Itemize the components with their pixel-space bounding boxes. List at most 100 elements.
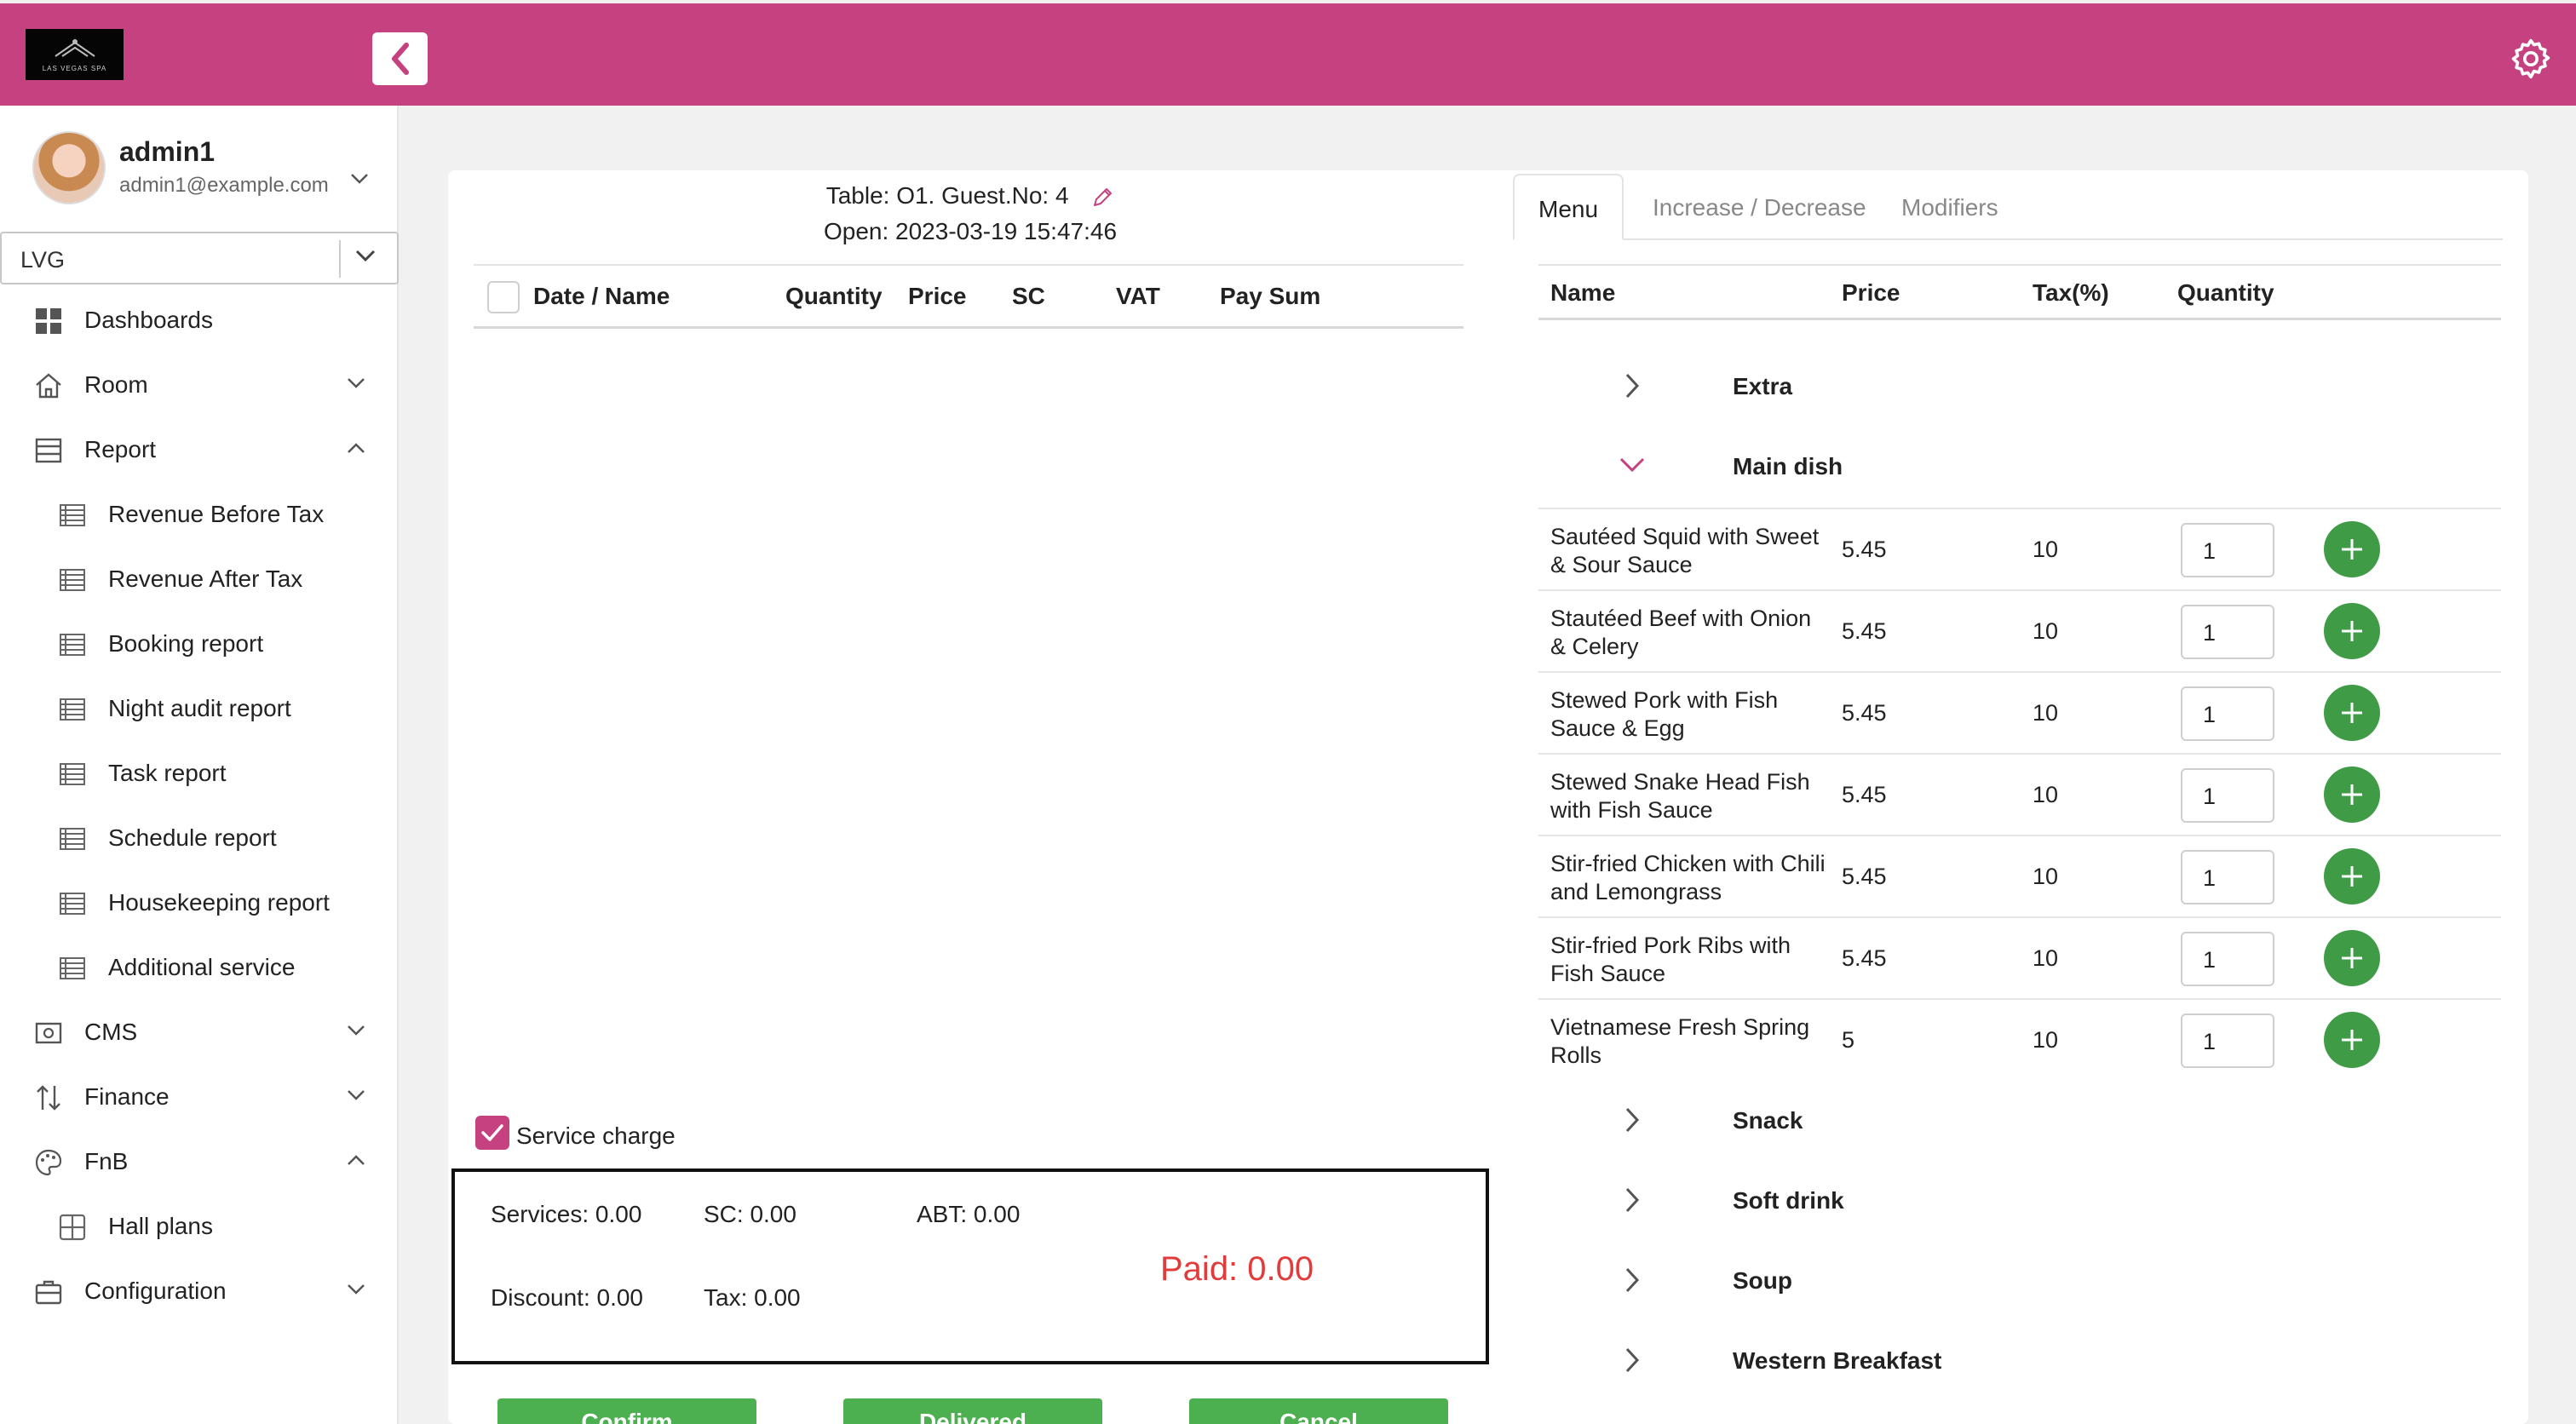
col-sc[interactable]: SC	[1012, 283, 1045, 310]
add-item-button[interactable]	[2324, 848, 2380, 904]
add-item-button[interactable]	[2324, 767, 2380, 823]
avatar	[32, 131, 106, 204]
hotel-select[interactable]: LVG	[0, 232, 399, 284]
nav-configuration[interactable]: Configuration	[0, 1260, 399, 1320]
menu-table-header: Name Price Tax(%) Quantity	[1538, 264, 2501, 320]
cancel-button[interactable]: Cancel	[1189, 1398, 1448, 1424]
discount-total: Discount: 0.00	[491, 1284, 643, 1311]
plus-icon	[2342, 621, 2362, 641]
nav-finance[interactable]: Finance	[0, 1066, 399, 1126]
settings-button[interactable]	[2508, 36, 2554, 82]
menu-group-western-breakfast[interactable]: Western Breakfast	[1538, 1322, 2501, 1398]
quantity-input[interactable]: 1	[2181, 605, 2274, 659]
collapse-sidebar-button[interactable]	[372, 32, 428, 85]
nav-label: Revenue After Tax	[108, 566, 303, 592]
chevron-down-icon[interactable]	[349, 172, 370, 186]
tab-menu[interactable]: Menu	[1513, 174, 1624, 240]
delivered-button[interactable]: Delivered	[843, 1398, 1102, 1424]
logo-text: LAS VEGAS SPA	[42, 64, 107, 72]
nav-label: CMS	[84, 1019, 138, 1045]
quantity-input[interactable]: 1	[2181, 523, 2274, 577]
nav-additional-service[interactable]: Additional service	[0, 937, 399, 996]
checkbox-checked[interactable]	[475, 1116, 509, 1150]
menu-item: Stewed Snake Head Fish with Fish Sauce 5…	[1538, 753, 2501, 835]
nav-label: Configuration	[84, 1278, 227, 1304]
tax-total: Tax: 0.00	[704, 1284, 801, 1311]
paid-total: Paid: 0.00	[1160, 1250, 1314, 1288]
item-price: 5.45	[1842, 864, 1887, 889]
hotel-logo[interactable]: LAS VEGAS SPA	[26, 29, 124, 80]
list-icon	[60, 569, 85, 591]
quantity-input[interactable]: 1	[2181, 1013, 2274, 1068]
quantity-input[interactable]: 1	[2181, 850, 2274, 904]
chevron-right-icon	[1625, 1107, 1640, 1133]
nav-report[interactable]: Report	[0, 419, 399, 479]
nav-cms[interactable]: CMS	[0, 1002, 399, 1061]
add-item-button[interactable]	[2324, 521, 2380, 577]
menu-group-main-dish[interactable]: Main dish	[1538, 428, 2501, 504]
col-pay-sum[interactable]: Pay Sum	[1220, 283, 1320, 310]
col-quantity[interactable]: Quantity	[2177, 279, 2274, 307]
menu-group-snack[interactable]: Snack	[1538, 1082, 2501, 1158]
menu-group-soft-drink[interactable]: Soft drink	[1538, 1162, 2501, 1238]
add-item-button[interactable]	[2324, 930, 2380, 986]
user-profile[interactable]: admin1 admin1@example.com	[32, 131, 390, 210]
chevron-right-icon	[1625, 1187, 1640, 1213]
hotel-select-value: LVG	[20, 247, 66, 273]
select-divider	[339, 240, 341, 278]
tab-modifiers[interactable]: Modifiers	[1901, 174, 1998, 240]
chevron-up-icon	[348, 443, 365, 453]
confirm-button[interactable]: Confirm	[497, 1398, 756, 1424]
chevron-down-icon	[348, 378, 365, 388]
nav-label: Room	[84, 371, 148, 398]
order-summary: Services: 0.00 SC: 0.00 ABT: 0.00 Discou…	[451, 1168, 1489, 1364]
chevron-right-icon	[1625, 1267, 1640, 1293]
plus-icon	[2342, 784, 2362, 805]
col-quantity[interactable]: Quantity	[785, 283, 883, 310]
item-tax: 10	[2033, 864, 2059, 889]
nav-dashboards[interactable]: Dashboards	[0, 290, 399, 349]
chevron-right-icon	[1625, 1347, 1640, 1373]
nav-night-audit-report[interactable]: Night audit report	[0, 678, 399, 738]
col-tax[interactable]: Tax(%)	[2033, 279, 2109, 307]
nav-hall-plans[interactable]: Hall plans	[0, 1196, 399, 1255]
col-date-name[interactable]: Date / Name	[533, 283, 670, 310]
plus-icon	[2342, 866, 2362, 887]
nav-revenue-before-tax[interactable]: Revenue Before Tax	[0, 484, 399, 543]
col-price[interactable]: Price	[1842, 279, 1900, 307]
palette-icon	[35, 1149, 62, 1176]
nav-label: Booking report	[108, 630, 264, 657]
nav-housekeeping-report[interactable]: Housekeeping report	[0, 872, 399, 932]
menu-item: Stir-fried Chicken with Chili and Lemong…	[1538, 835, 2501, 916]
plus-icon	[2342, 948, 2362, 968]
menu-item: Stewed Pork with Fish Sauce & Egg 5.45 1…	[1538, 671, 2501, 753]
select-all-checkbox[interactable]	[487, 281, 520, 313]
nav-revenue-after-tax[interactable]: Revenue After Tax	[0, 548, 399, 608]
chevron-down-icon	[1619, 457, 1645, 473]
nav-label: Night audit report	[108, 695, 291, 721]
group-label: Soup	[1733, 1267, 1792, 1294]
quantity-input[interactable]: 1	[2181, 932, 2274, 986]
nav-booking-report[interactable]: Booking report	[0, 613, 399, 673]
col-vat[interactable]: VAT	[1116, 283, 1160, 310]
chevron-left-icon	[391, 43, 409, 75]
add-item-button[interactable]	[2324, 1012, 2380, 1068]
group-label: Main dish	[1733, 453, 1843, 479]
quantity-input[interactable]: 1	[2181, 686, 2274, 741]
menu-group-extra[interactable]: Extra	[1538, 347, 2501, 424]
menu-group-soup[interactable]: Soup	[1538, 1242, 2501, 1318]
nav-fnb[interactable]: FnB	[0, 1131, 399, 1191]
tab-increase-decrease[interactable]: Increase / Decrease	[1653, 174, 1866, 240]
add-item-button[interactable]	[2324, 685, 2380, 741]
nav-room[interactable]: Room	[0, 354, 399, 414]
add-item-button[interactable]	[2324, 603, 2380, 659]
nav-label: Report	[84, 436, 157, 462]
col-price[interactable]: Price	[908, 283, 967, 310]
col-name[interactable]: Name	[1550, 279, 1615, 307]
chevron-down-icon	[355, 250, 376, 262]
edit-icon[interactable]	[1090, 186, 1114, 210]
nav-schedule-report[interactable]: Schedule report	[0, 807, 399, 867]
quantity-input[interactable]: 1	[2181, 768, 2274, 823]
abt-total: ABT: 0.00	[917, 1201, 1021, 1227]
nav-task-report[interactable]: Task report	[0, 743, 399, 802]
